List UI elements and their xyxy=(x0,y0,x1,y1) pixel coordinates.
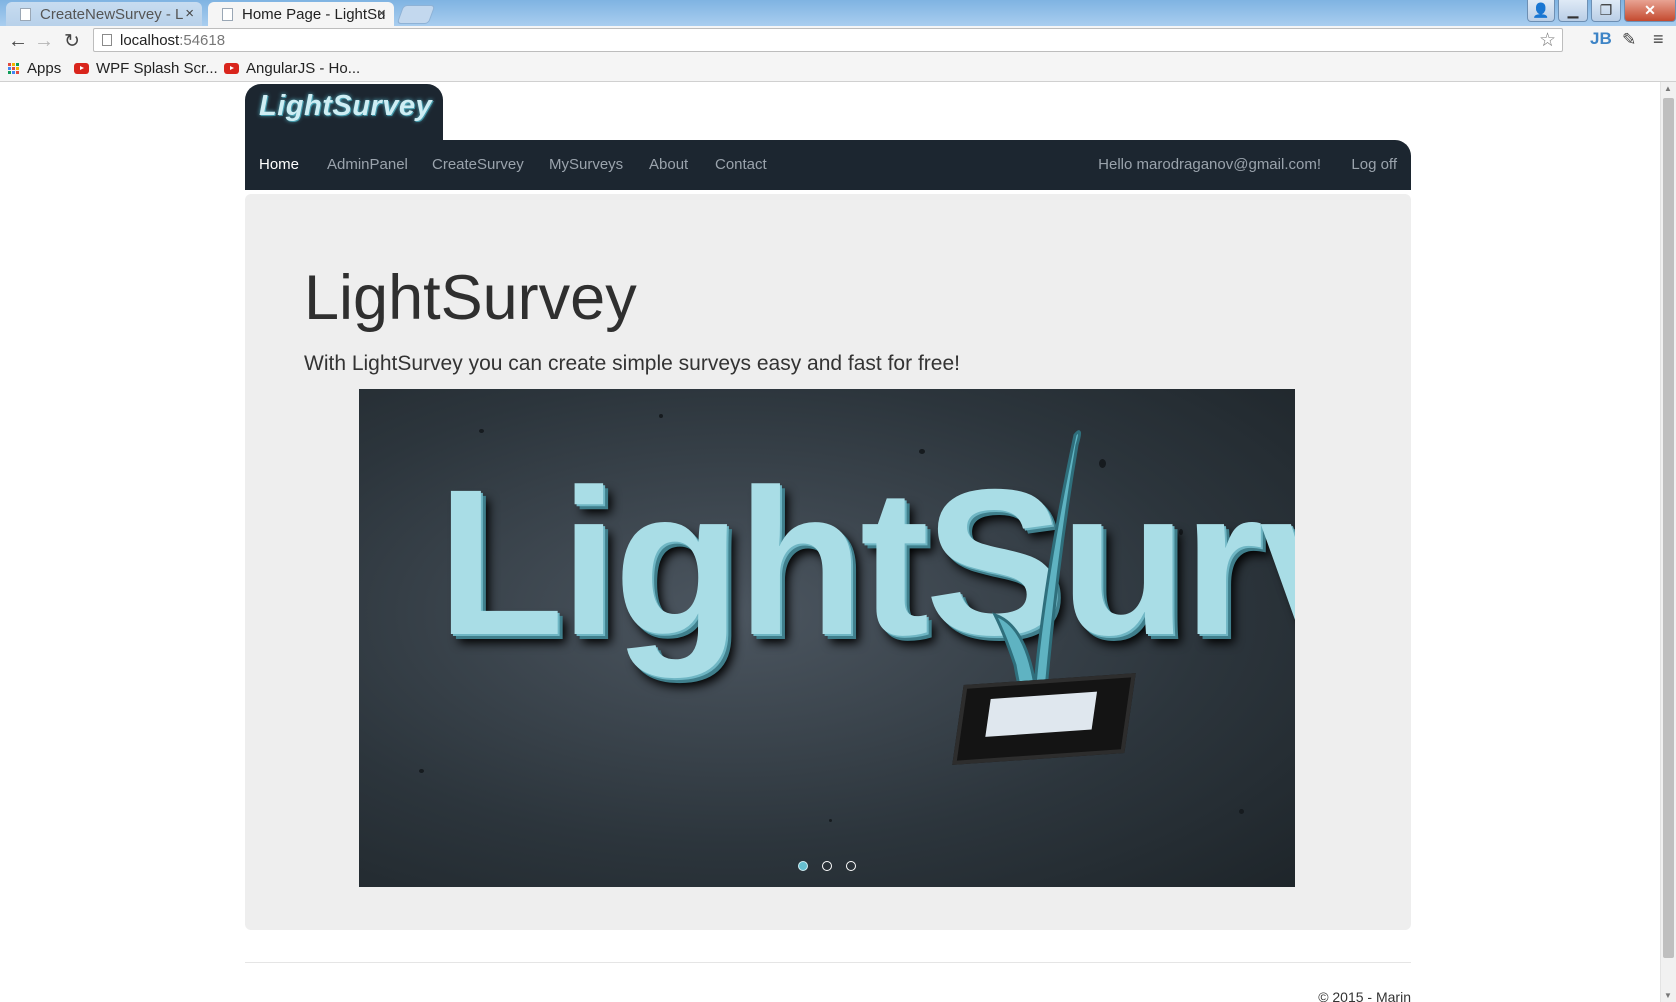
bookmark-label: Apps xyxy=(27,60,62,77)
page-viewport: LightSurvey Home AdminPanel CreateSurvey… xyxy=(0,82,1660,1002)
tab-close-icon[interactable]: × xyxy=(185,5,194,22)
youtube-icon xyxy=(224,63,239,74)
bookmark-angularjs[interactable]: AngularJS - Ho... xyxy=(224,60,360,77)
close-window-button[interactable]: ✕ xyxy=(1624,0,1676,22)
nav-adminpanel[interactable]: AdminPanel xyxy=(327,156,408,173)
browser-toolbar: ← → ↻ localhost:54618 ☆ JB ✎ ≡ xyxy=(0,26,1676,56)
browser-tab-home-page[interactable]: Home Page - LightSu × xyxy=(208,2,394,26)
nav-user-greeting[interactable]: Hello marodraganov@gmail.com! xyxy=(1098,156,1321,173)
ballot-box-graphic xyxy=(952,673,1136,765)
address-bar[interactable]: localhost:54618 ☆ xyxy=(93,28,1563,52)
apps-grid-icon xyxy=(8,63,19,74)
footer-divider xyxy=(245,962,1411,963)
scroll-up-icon[interactable]: ▲ xyxy=(1664,84,1672,93)
lead-text: With LightSurvey you can create simple s… xyxy=(304,352,960,375)
carousel-indicator[interactable] xyxy=(822,861,832,871)
window-controls: 👤 ▁ ❐ ✕ xyxy=(1524,0,1676,22)
nav-home[interactable]: Home xyxy=(259,156,299,173)
jumbotron: LightSurvey With LightSurvey you can cre… xyxy=(245,194,1411,930)
nav-mysurveys[interactable]: MySurveys xyxy=(549,156,623,173)
minimize-button[interactable]: ▁ xyxy=(1558,0,1588,22)
logo-text: LightSurvey xyxy=(259,90,433,122)
browser-tab-strip: CreateNewSurvey - L × Home Page - LightS… xyxy=(0,0,1676,26)
carousel-slide-title: LightSurvey xyxy=(437,447,1295,679)
profile-icon[interactable]: 👤 xyxy=(1527,0,1555,22)
page-scrollbar[interactable]: ▲ ▼ xyxy=(1660,82,1676,1002)
new-tab-button[interactable] xyxy=(396,5,436,24)
hamburger-menu-icon[interactable]: ≡ xyxy=(1653,29,1664,50)
bookmark-wpf-splash[interactable]: WPF Splash Scr... xyxy=(74,60,218,77)
star-icon[interactable]: ☆ xyxy=(1539,29,1556,52)
nav-about[interactable]: About xyxy=(649,156,688,173)
image-carousel[interactable]: LightSurvey xyxy=(359,389,1295,887)
site-navbar: Home AdminPanel CreateSurvey MySurveys A… xyxy=(245,140,1411,190)
browser-tab-createnewsurvey[interactable]: CreateNewSurvey - L × xyxy=(6,2,202,26)
nav-createsurvey[interactable]: CreateSurvey xyxy=(432,156,524,173)
page-favicon-icon xyxy=(20,8,31,21)
forward-arrow-icon[interactable]: → xyxy=(34,30,54,53)
tab-title: CreateNewSurvey - L xyxy=(40,6,184,23)
bookmark-apps[interactable]: Apps xyxy=(8,60,61,77)
carousel-indicators xyxy=(359,861,1295,871)
url-text: localhost:54618 xyxy=(120,32,226,49)
carousel-indicator[interactable] xyxy=(846,861,856,871)
bookmark-label: AngularJS - Ho... xyxy=(246,60,361,77)
page-favicon-icon xyxy=(222,8,233,21)
nav-logoff[interactable]: Log off xyxy=(1351,156,1397,173)
nav-contact[interactable]: Contact xyxy=(715,156,767,173)
scroll-down-icon[interactable]: ▼ xyxy=(1664,991,1672,1000)
page-icon xyxy=(102,34,112,46)
tool-extension-icon[interactable]: ✎ xyxy=(1622,30,1636,50)
tab-title: Home Page - LightSu xyxy=(242,6,386,23)
footer-copyright: © 2015 - Marin xyxy=(1318,989,1411,1002)
site-logo[interactable]: LightSurvey xyxy=(245,84,443,140)
bookmarks-bar: Apps WPF Splash Scr... AngularJS - Ho... xyxy=(0,56,1676,82)
bookmark-label: WPF Splash Scr... xyxy=(96,60,218,77)
reload-icon[interactable]: ↻ xyxy=(64,30,80,53)
youtube-icon xyxy=(74,63,89,74)
carousel-indicator[interactable] xyxy=(798,861,808,871)
scroll-thumb[interactable] xyxy=(1663,98,1674,958)
tab-close-icon[interactable]: × xyxy=(377,5,386,22)
restore-button[interactable]: ❐ xyxy=(1591,0,1621,22)
page-title: LightSurvey xyxy=(304,263,637,333)
back-arrow-icon[interactable]: ← xyxy=(8,30,28,53)
jetbrains-extension-icon[interactable]: JB xyxy=(1590,29,1612,49)
